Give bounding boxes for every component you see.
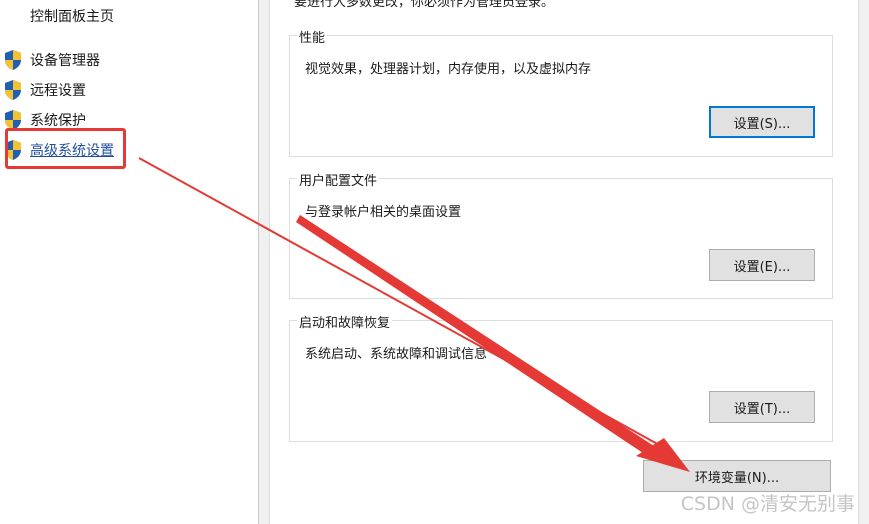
left-nav-pane: 控制面板主页 设备管理器 远程设置 系统保护 高级系统设置 [0,0,258,524]
group-title: 启动和故障恢复 [297,312,393,331]
performance-group: 性能 视觉效果，处理器计划，内存使用，以及虚拟内存 设置(S)... [289,27,833,157]
group-title: 性能 [297,27,328,46]
nav-item-remote-settings[interactable]: 远程设置 [3,79,86,101]
annotation-highlight-box [5,128,126,169]
group-description: 与登录帐户相关的桌面设置 [305,205,462,220]
user-profiles-settings-button[interactable]: 设置(E)... [709,249,815,281]
nav-item-label: 设备管理器 [30,53,100,69]
dialog-right-edge [858,0,869,524]
control-panel-home-link[interactable]: 控制面板主页 [30,6,114,26]
performance-settings-button[interactable]: 设置(S)... [709,106,815,138]
screenshot-root: 控制面板主页 设备管理器 远程设置 系统保护 高级系统设置 要进行大多数更改，你… [0,0,869,524]
group-title: 用户配置文件 [297,170,380,189]
startup-recovery-group: 启动和故障恢复 系统启动、系统故障和调试信息 设置(T)... [289,312,833,442]
startup-recovery-settings-button[interactable]: 设置(T)... [709,391,815,423]
nav-item-label: 系统保护 [30,113,86,129]
watermark: CSDN @清安无别事 [680,493,855,515]
uac-shield-icon [5,50,21,70]
group-description: 系统启动、系统故障和调试信息 [305,347,488,362]
admin-note: 要进行大多数更改，你必须作为管理员登录。 [294,0,555,10]
system-properties-advanced-tab: 要进行大多数更改，你必须作为管理员登录。 性能 视觉效果，处理器计划，内存使用，… [270,0,858,524]
nav-item-label: 远程设置 [30,83,86,99]
uac-shield-icon [5,80,21,100]
environment-variables-button[interactable]: 环境变量(N)... [643,460,831,492]
group-description: 视觉效果，处理器计划，内存使用，以及虚拟内存 [305,62,592,77]
user-profiles-group: 用户配置文件 与登录帐户相关的桌面设置 设置(E)... [289,170,833,299]
nav-item-device-manager[interactable]: 设备管理器 [3,49,100,71]
dialog-left-edge [259,0,270,524]
